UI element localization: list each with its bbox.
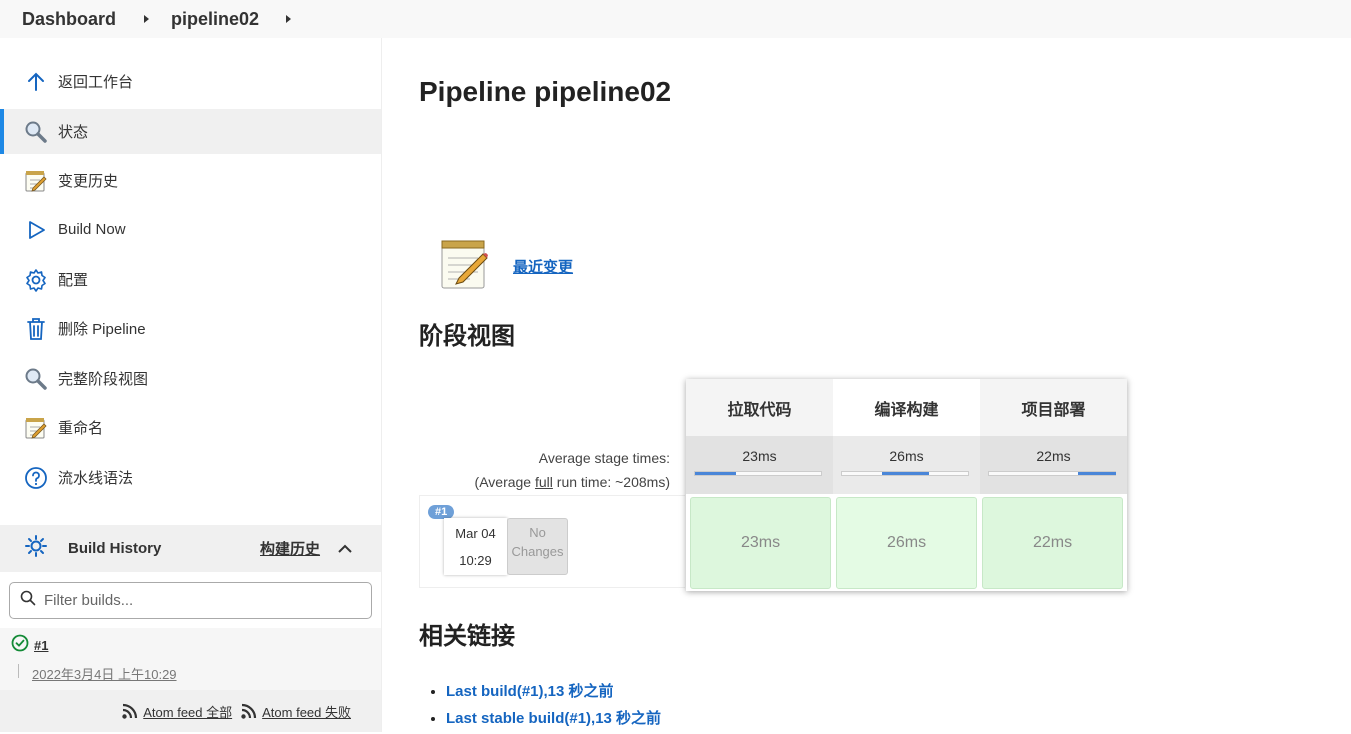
sidebar-item-configure[interactable]: 配置	[0, 257, 382, 302]
no-changes-line2: Changes	[511, 544, 564, 559]
sidebar-item-label: 流水线语法	[58, 470, 134, 487]
run-date: Mar 04 10:29	[444, 518, 507, 575]
gear-icon	[24, 268, 48, 292]
arrow-up-icon	[24, 70, 48, 94]
build-trend-link[interactable]: 构建历史	[260, 538, 320, 559]
notepad-icon	[439, 238, 489, 295]
sidebar-item-label: Build Now	[58, 221, 126, 238]
atom-feed-all-link[interactable]: Atom feed 全部	[121, 702, 232, 721]
average-full-run-text: (Average full run time: ~208ms)	[370, 470, 670, 494]
rss-icon	[241, 703, 257, 719]
sidebar-item-label: 变更历史	[58, 173, 119, 190]
build-history-header: Build History 构建历史	[0, 525, 381, 572]
filter-builds-input[interactable]	[44, 592, 344, 609]
full-run-link[interactable]: full	[535, 474, 553, 490]
breadcrumb-pipeline[interactable]: pipeline02	[171, 9, 259, 30]
rss-icon	[122, 703, 138, 719]
run-badge[interactable]: #1	[428, 505, 455, 519]
atom-feed-failed-label: Atom feed 失败	[262, 704, 351, 720]
related-links-title: 相关链接	[419, 623, 515, 650]
list-item: Last stable build(#1),13 秒之前	[446, 707, 661, 728]
list-item: Last build(#1),13 秒之前	[446, 680, 661, 701]
breadcrumb-separator-icon[interactable]	[144, 15, 150, 23]
stage-cell-deploy[interactable]: 22ms	[982, 497, 1123, 589]
progress-track	[694, 471, 822, 476]
sidebar-item-full-stage-view[interactable]: 完整阶段视图	[0, 356, 382, 401]
sidebar-item-build-now[interactable]: Build Now	[0, 207, 382, 252]
no-changes-line1: No	[529, 525, 546, 540]
divider	[18, 664, 19, 678]
stage-header-deploy: 项目部署	[980, 379, 1127, 436]
run-date-time: 10:29	[459, 553, 492, 568]
stage-average-checkout: 23ms	[686, 436, 833, 494]
avg-prefix: (Average	[474, 474, 535, 490]
no-changes-box: No Changes	[507, 518, 568, 575]
build-history-title: Build History	[68, 540, 162, 557]
chevron-up-icon[interactable]	[338, 541, 352, 559]
search-icon	[20, 590, 36, 611]
stage-header-checkout: 拉取代码	[686, 379, 833, 436]
stage-run-row: #1 Mar 04 10:29 No Changes	[419, 495, 685, 588]
progress-track	[841, 471, 969, 476]
magnifier-icon	[24, 367, 48, 391]
last-build-link[interactable]: Last build(#1),13 秒之前	[446, 683, 614, 700]
sidebar-item-status[interactable]: 状态	[0, 109, 381, 154]
trash-icon	[24, 317, 48, 341]
progress-track	[988, 471, 1116, 476]
stage-view-table: 拉取代码 编译构建 项目部署 23ms 26ms 22ms 23ms 26ms …	[686, 379, 1127, 591]
sidebar-item-label: 配置	[58, 272, 89, 289]
build-history-row: #1 2022年3月4日 上午10:29	[0, 628, 381, 690]
sidebar-item-pipeline-syntax[interactable]: 流水线语法	[0, 455, 382, 500]
main-content: Pipeline pipeline02 最近变更 阶段视图 Average st…	[383, 38, 1351, 732]
sidebar-item-label: 状态	[58, 124, 89, 141]
build-date-link[interactable]: 2022年3月4日 上午10:29	[32, 664, 177, 683]
build-history-icon	[24, 534, 48, 563]
build-number-link[interactable]: #1	[34, 638, 48, 653]
stage-average-value: 26ms	[889, 448, 924, 464]
filter-builds-field[interactable]	[9, 582, 372, 619]
stage-average-value: 23ms	[742, 448, 777, 464]
average-stage-times-text: Average stage times:	[538, 450, 670, 466]
play-icon	[24, 218, 48, 242]
sidebar-item-label: 删除 Pipeline	[58, 321, 146, 338]
progress-fill	[1078, 472, 1116, 475]
atom-feed-all-label: Atom feed 全部	[143, 704, 233, 720]
last-stable-build-link[interactable]: Last stable build(#1),13 秒之前	[446, 710, 661, 727]
breadcrumb: Dashboard pipeline02	[0, 0, 1351, 38]
sidebar-item-label: 返回工作台	[58, 74, 134, 91]
sidebar-item-delete-pipeline[interactable]: 删除 Pipeline	[0, 306, 382, 351]
stage-average-build: 26ms	[833, 436, 980, 494]
stage-cell-checkout[interactable]: 23ms	[690, 497, 831, 589]
sidebar-item-label: 完整阶段视图	[58, 371, 149, 388]
recent-changes: 最近变更	[439, 238, 573, 295]
related-links-list: Last build(#1),13 秒之前 Last stable build(…	[446, 680, 661, 734]
atom-feeds: Atom feed 全部 Atom feed 失败	[0, 690, 381, 732]
progress-fill	[695, 472, 736, 475]
sidebar-item-change-history[interactable]: 变更历史	[0, 158, 382, 203]
magnifier-icon	[24, 120, 48, 144]
recent-changes-link[interactable]: 最近变更	[513, 256, 573, 277]
success-check-icon	[11, 634, 29, 657]
atom-feed-failed-link[interactable]: Atom feed 失败	[240, 702, 351, 721]
stage-average-value: 22ms	[1036, 448, 1071, 464]
breadcrumb-dashboard[interactable]: Dashboard	[22, 9, 116, 30]
average-times-label: Average stage times: (Average full run t…	[370, 446, 670, 494]
breadcrumb-separator-icon[interactable]	[286, 15, 292, 23]
stage-header-build: 编译构建	[833, 379, 980, 436]
avg-suffix: run time: ~208ms)	[552, 474, 670, 490]
sidebar-item-back-to-workspace[interactable]: 返回工作台	[0, 59, 382, 104]
run-date-day: Mar 04	[455, 526, 496, 541]
sidebar-item-rename[interactable]: 重命名	[0, 405, 382, 450]
sidebar-item-label: 重命名	[58, 420, 104, 437]
notepad-icon	[24, 169, 48, 193]
page-title: Pipeline pipeline02	[419, 76, 672, 107]
sidebar: 返回工作台 状态 变更历史 Build Now 配置 删除 Pipeline 完…	[0, 38, 382, 732]
stage-average-deploy: 22ms	[980, 436, 1127, 494]
stage-cell-build[interactable]: 26ms	[836, 497, 977, 589]
notepad-icon	[24, 416, 48, 440]
help-icon	[24, 466, 48, 490]
progress-fill	[882, 472, 929, 475]
stage-view-title: 阶段视图	[419, 323, 515, 350]
